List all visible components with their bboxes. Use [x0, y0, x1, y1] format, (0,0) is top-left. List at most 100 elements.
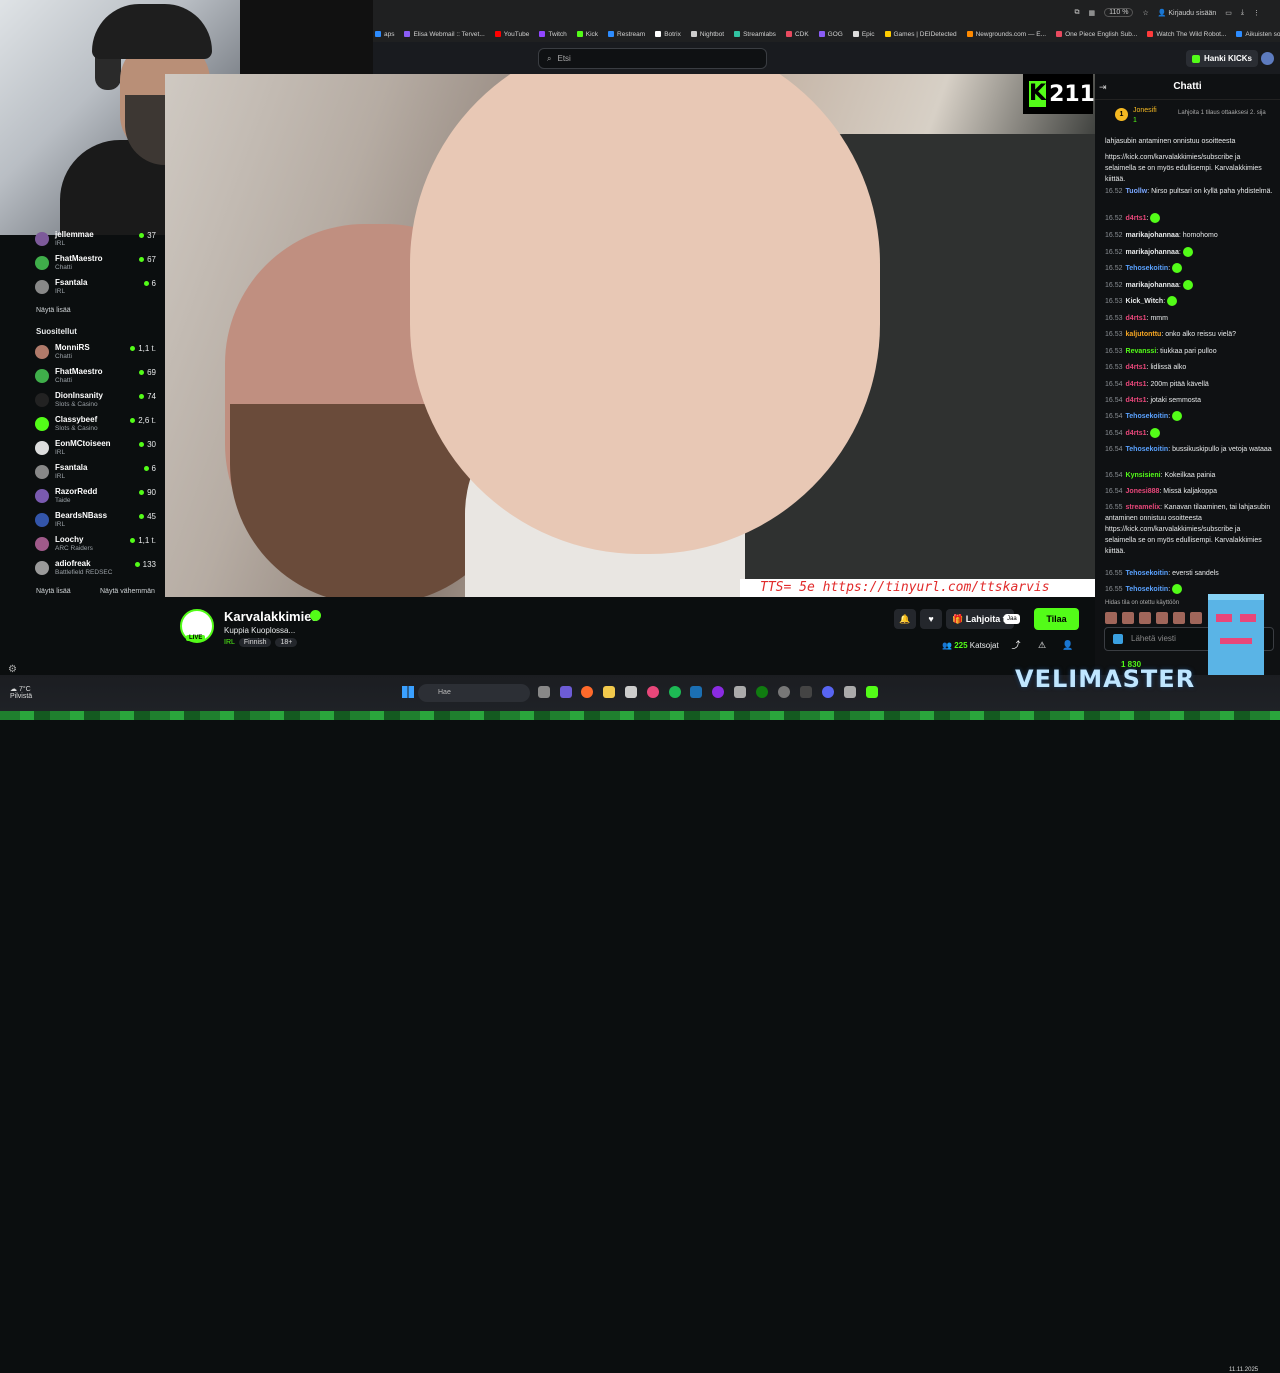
bookmark-item[interactable]: Twitch — [539, 31, 567, 38]
bookmark-item[interactable]: GOG — [818, 31, 843, 38]
zoom-indicator[interactable]: 110 % — [1104, 8, 1134, 17]
collapse-chat-icon[interactable]: ⇥ — [1099, 82, 1107, 93]
bookmark-item[interactable]: One Piece English Sub... — [1056, 31, 1137, 38]
sidebar-channel[interactable]: adiofreak Battlefield REDSEC 133 — [34, 559, 160, 581]
user-avatar[interactable] — [1261, 52, 1274, 65]
sidebar-channel[interactable]: Loochy ARC Raiders 1,1 t. — [34, 535, 160, 557]
message-user[interactable]: kaljutonttu — [1126, 331, 1162, 338]
taskbar-search[interactable]: Hae — [418, 684, 530, 702]
subscribe-button[interactable]: Tilaa — [1034, 608, 1079, 630]
message-user[interactable]: d4rts1 — [1126, 215, 1147, 222]
report-icon[interactable]: ⚠ — [1031, 635, 1053, 655]
gift-prompt[interactable]: Lahjoita 1 tilaus ottaaksesi 2. sija — [1178, 110, 1273, 116]
sidebar-channel[interactable]: EonMCtoiseen IRL 30 — [34, 439, 160, 461]
show-more-link[interactable]: Näytä lisää — [36, 307, 71, 314]
message-user[interactable]: d4rts1 — [1126, 381, 1147, 388]
notification-bell-icon[interactable]: 🔔 — [894, 609, 916, 629]
start-button[interactable] — [402, 686, 414, 698]
message-user[interactable]: d4rts1 — [1126, 397, 1147, 404]
bookmark-item[interactable]: Games | DEIDetected — [884, 31, 957, 38]
emote[interactable] — [1139, 612, 1151, 624]
file-explorer-icon[interactable] — [603, 686, 615, 698]
message-user[interactable]: Jonesi888 — [1126, 488, 1160, 495]
sidebar-channel[interactable]: Classybeef Slots & Casino 2,6 t. — [34, 415, 160, 437]
channel-name[interactable]: Karvalakkimies — [224, 609, 319, 624]
downloads-icon[interactable]: ⤓ — [1241, 9, 1244, 17]
bookmark-item[interactable]: Aikuisten sosiaalipalve... — [1236, 31, 1280, 38]
video-player[interactable]: K 211 TTS= 5e https://tinyurl.com/ttskar… — [165, 74, 1095, 597]
discord-icon[interactable] — [822, 686, 834, 698]
message-user[interactable]: marikajohannaa — [1126, 282, 1179, 289]
message-user[interactable]: Revanssi — [1126, 348, 1157, 355]
message-user[interactable]: Kynsisieni — [1126, 472, 1161, 479]
store-icon[interactable] — [625, 686, 637, 698]
steam-icon[interactable] — [690, 686, 702, 698]
message-user[interactable]: Tehosekoitin — [1126, 570, 1169, 577]
kick-app-icon[interactable] — [866, 686, 878, 698]
message-user[interactable]: Tehosekoitin — [1126, 265, 1169, 272]
message-user[interactable]: Tuollw — [1126, 188, 1148, 195]
get-kicks-button[interactable]: Hanki KICKs — [1185, 50, 1258, 67]
settings-gear-icon[interactable]: ⚙ — [8, 664, 17, 675]
sidebar-channel[interactable]: jellemmae IRL 37 — [34, 230, 160, 252]
message-user[interactable]: marikajohannaa — [1126, 249, 1179, 256]
message-user[interactable]: Tehosekoitin — [1126, 446, 1169, 453]
bookmark-item[interactable]: Watch The Wild Robot... — [1147, 31, 1226, 38]
sidebar-channel[interactable]: Fsantala IRL 6 — [34, 278, 160, 300]
user-card-icon[interactable]: 👤 — [1057, 635, 1079, 655]
sidebar-channel[interactable]: FhatMaestro Chatti 67 — [34, 254, 160, 276]
task-view-icon[interactable] — [538, 686, 550, 698]
message-user[interactable]: Kick_Witch — [1126, 298, 1164, 305]
menu-icon[interactable]: ⋮ — [1253, 9, 1260, 17]
bookmark-item[interactable]: Streamlabs — [734, 31, 776, 38]
message-user[interactable]: d4rts1 — [1126, 364, 1147, 371]
taskbar-date[interactable]: 11.11.2025 — [1229, 1367, 1258, 1373]
star-icon[interactable]: ☆ — [1142, 9, 1148, 17]
emote[interactable] — [1105, 612, 1117, 624]
message-user[interactable]: d4rts1 — [1126, 430, 1147, 437]
firefox-icon[interactable] — [581, 686, 593, 698]
message-user[interactable]: Tehosekoitin — [1126, 586, 1169, 593]
app-icon[interactable] — [800, 686, 812, 698]
show-less-link[interactable]: Näytä vähemmän — [100, 588, 155, 595]
sidebar-channel[interactable]: BeardsNBass IRL 45 — [34, 511, 160, 533]
bookmark-item[interactable]: Kick — [576, 31, 598, 38]
profile-button[interactable]: 👤 Kirjaudu sisään — [1158, 9, 1217, 17]
screenshot-icon[interactable]: ⧉ — [1074, 9, 1079, 17]
emote[interactable] — [1122, 612, 1134, 624]
sidebar-channel[interactable]: FhatMaestro Chatti 69 — [34, 367, 160, 389]
follow-heart-icon[interactable]: ♥ — [920, 609, 942, 629]
extensions-icon[interactable]: ▦ — [1088, 9, 1095, 17]
category-link[interactable]: IRL — [224, 639, 235, 646]
sidebar-channel[interactable]: Fsantala IRL 6 — [34, 463, 160, 485]
sidebar-channel[interactable]: MonniRS Chatti 1,1 t. — [34, 343, 160, 365]
tag-chip[interactable]: Finnish — [238, 638, 272, 647]
weather-widget[interactable]: ☁ 7°C Pilvistä — [10, 685, 32, 700]
bookmark-item[interactable]: Botrix — [655, 31, 681, 38]
calculator-icon[interactable] — [734, 686, 746, 698]
bookmark-item[interactable]: Newgrounds.com — E... — [966, 31, 1046, 38]
bookmark-item[interactable]: aps — [375, 31, 394, 38]
sidebar-icon[interactable]: ▭ — [1225, 9, 1232, 17]
message-user[interactable]: streamelix — [1126, 504, 1161, 511]
sidebar-channel[interactable]: RazorRedd Taide 90 — [34, 487, 160, 509]
bookmark-item[interactable]: Restream — [608, 31, 645, 38]
sidebar-channel[interactable]: DionInsanity Slots & Casino 74 — [34, 391, 160, 413]
bookmark-item[interactable]: Nightbot — [690, 31, 724, 38]
search-input[interactable]: ⌕ Etsi — [538, 48, 767, 69]
message-user[interactable]: d4rts1 — [1126, 315, 1147, 322]
tag-chip[interactable]: 18+ — [275, 638, 298, 647]
bookmark-item[interactable]: Epic — [852, 31, 875, 38]
bookmark-item[interactable]: Elisa Webmail :: Tervet... — [404, 31, 485, 38]
app-icon[interactable] — [647, 686, 659, 698]
obs-icon[interactable] — [712, 686, 724, 698]
share-icon[interactable]: ⤴ — [1005, 635, 1027, 655]
settings-icon[interactable] — [778, 686, 790, 698]
message-user[interactable]: marikajohannaa — [1126, 232, 1179, 239]
xbox-icon[interactable] — [756, 686, 768, 698]
app-icon[interactable] — [844, 686, 856, 698]
bookmark-item[interactable]: CDK — [785, 31, 809, 38]
bookmark-item[interactable]: YouTube — [494, 31, 529, 38]
message-user[interactable]: Tehosekoitin — [1126, 413, 1169, 420]
emote[interactable] — [1173, 612, 1185, 624]
